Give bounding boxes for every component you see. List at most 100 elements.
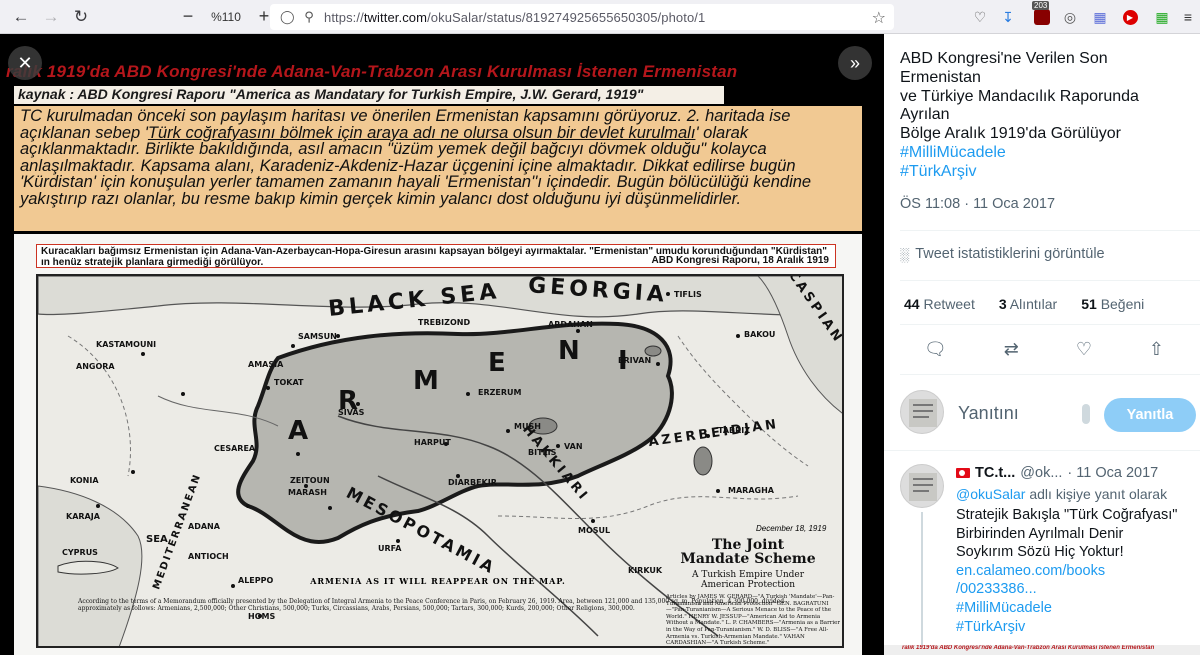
map-label-angora: ANGORA xyxy=(76,362,115,371)
map-label-sea: SEA xyxy=(146,534,168,545)
tweet-stats-label: Tweet istatistiklerini görüntüle xyxy=(915,246,1105,262)
replying-to-suffix: adlı kişiye yanıt olarak xyxy=(1029,486,1168,502)
shield-icon[interactable]: ◯ xyxy=(280,9,295,25)
back-arrow-icon[interactable]: ← xyxy=(6,2,36,32)
map-label-ardahan: ARDAHAN xyxy=(548,320,593,329)
reply-link[interactable]: en.calameo.com/books xyxy=(956,562,1192,581)
menu-icon[interactable]: ≡ xyxy=(1176,0,1200,34)
hashtag-link[interactable]: #TürkArşiv xyxy=(956,618,1192,637)
zoom-level[interactable]: %110 xyxy=(208,10,244,24)
image-source: kaynak : ABD Kongresi Raporu "America as… xyxy=(14,86,724,104)
tweet-line: Bölge Aralık 1919'da Görülüyor xyxy=(900,125,1121,143)
map-label-adana: ADANA xyxy=(188,522,220,531)
legend-box: The Joint Mandate Scheme A Turkish Empir… xyxy=(658,526,842,646)
retweet-icon[interactable]: ⇄ xyxy=(1004,339,1019,360)
video-extension-icon[interactable]: ▶ xyxy=(1118,0,1142,34)
legend-title: The Joint Mandate Scheme xyxy=(680,537,816,567)
ublock-extension-icon[interactable]: 203 xyxy=(1030,0,1054,34)
reply-author-name[interactable]: TC.t... xyxy=(975,465,1015,481)
reply-body: Stratejik Bakışla "Türk Coğrafyası" Birb… xyxy=(956,506,1192,636)
map-label-antioch: ANTIOCH xyxy=(188,552,229,561)
divider xyxy=(900,230,1200,231)
tweet-line: Ermenistan xyxy=(900,68,981,86)
map-label-maragha: MARAGHA xyxy=(728,486,774,495)
user-avatar[interactable] xyxy=(900,390,944,434)
map-label-erzerum: ERZERUM xyxy=(478,388,522,397)
map-label-armenia-e: E xyxy=(488,348,510,378)
tweet-timestamp[interactable]: ÖS 11:08 · 11 Oca 2017 xyxy=(900,196,1055,212)
map-label-diarbekir: DIARBEKIR xyxy=(448,478,497,487)
map-label-kirkuk: KIRKUK xyxy=(628,566,663,575)
image-title: ralık 1919'da ABD Kongresi'nde Adana-Van… xyxy=(6,62,738,81)
like-icon[interactable]: ♡ xyxy=(1076,339,1092,360)
map-panel: Kuracakları bağımsız Ermenistan için Ada… xyxy=(14,234,862,655)
map-label-homs: HOMS xyxy=(248,612,276,621)
retweet-count[interactable]: 44 Retweet xyxy=(904,296,975,312)
turkey-flag-icon xyxy=(956,468,970,478)
desc-underlined: Türk coğrafyasını bölmek için araya adı … xyxy=(147,123,696,142)
divider xyxy=(900,324,1200,325)
quote-count[interactable]: 3 Alıntılar xyxy=(999,296,1057,312)
map-label-tokat: TOKAT xyxy=(274,378,304,387)
photo-viewer: ralık 1919'da ABD Kongresi'nde Adana-Van… xyxy=(0,34,884,655)
reply-icon[interactable]: 🗨 xyxy=(924,339,947,360)
map-label-van: VAN xyxy=(564,442,583,451)
close-icon[interactable]: ✕ xyxy=(8,46,42,80)
url-text[interactable]: https://twitter.com/okuSalar/status/8192… xyxy=(324,10,705,25)
reply-author-avatar[interactable] xyxy=(900,464,944,508)
ublock-badge: 203 xyxy=(1032,1,1050,10)
map-label-samsun: SAMSUN xyxy=(298,332,337,341)
hashtag-link[interactable]: #MilliMücadele xyxy=(956,599,1192,618)
engagement-counts: 44 Retweet 3 Alıntılar 51 Beğeni xyxy=(904,296,1144,312)
globe-icon[interactable]: ◎ xyxy=(1058,0,1082,34)
tweet-stats-link[interactable]: ░ Tweet istatistiklerini görüntüle xyxy=(900,246,1105,262)
hashtag-link[interactable]: #TürkArşiv xyxy=(900,163,1190,182)
bookmark-star-icon[interactable]: ☆ xyxy=(872,8,886,28)
map-footnote: According to the terms of a Memorandum o… xyxy=(78,598,785,612)
forward-arrow-icon[interactable]: → xyxy=(36,2,66,32)
money-extension-icon[interactable]: ▦ xyxy=(1150,0,1174,34)
reply-button[interactable]: Yanıtla xyxy=(1104,398,1196,432)
tweet-text: ABD Kongresi'ne Verilen Son Ermenistan v… xyxy=(900,50,1190,182)
reply-input[interactable]: Yanıtını xyxy=(958,403,1019,424)
reply-body-line: Stratejik Bakışla "Türk Coğrafyası" xyxy=(956,507,1178,523)
map-label-armenia-a: A xyxy=(288,416,313,446)
reply-author-handle[interactable]: @ok... xyxy=(1020,465,1062,481)
map-caption-source: ABD Kongresi Raporu, 18 Aralık 1919 xyxy=(651,255,829,266)
tweet-line: ABD Kongresi'ne Verilen Son xyxy=(900,50,1108,67)
map-label-mush: MUSH xyxy=(514,422,541,431)
share-icon[interactable]: ⇧ xyxy=(1149,339,1164,360)
reply-link-continued[interactable]: /00233386... xyxy=(956,580,1192,599)
thumbnail-text: ralık 1919'da ABD Kongresi'nde Adana-Van… xyxy=(902,645,1155,651)
grid-extension-icon[interactable]: ▦ xyxy=(1088,0,1112,34)
hashtag-link[interactable]: #MilliMücadele xyxy=(900,144,1190,163)
reply-date[interactable]: · 11 Oca 2017 xyxy=(1067,465,1158,481)
expand-panel-icon[interactable]: » xyxy=(838,46,872,80)
tweet-line: ve Türkiye Mandacılık Raporunda xyxy=(900,87,1139,105)
map-label-amasia: AMASIA xyxy=(248,360,284,369)
reply-header: TC.t... @ok... · 11 Oca 2017 xyxy=(956,465,1158,481)
attached-image-thumbnail[interactable]: ralık 1919'da ABD Kongresi'nde Adana-Van… xyxy=(884,645,1200,655)
address-bar[interactable]: ◯ ⚲ https://twitter.com/okuSalar/status/… xyxy=(270,4,894,30)
text-cursor-indicator xyxy=(1082,404,1090,424)
like-count[interactable]: 51 Beğeni xyxy=(1081,296,1144,312)
map-label-tiflis: TIFLIS xyxy=(674,290,702,299)
map-label-harput: HARPUT xyxy=(414,438,451,447)
map-caption: Kuracakları bağımsız Ermenistan için Ada… xyxy=(36,244,836,268)
download-icon[interactable]: ↧ xyxy=(996,0,1020,34)
pocket-icon[interactable]: ♡ xyxy=(968,0,992,34)
map-label-armenia-n: N xyxy=(558,336,584,366)
lock-icon[interactable]: ⚲ xyxy=(302,9,316,25)
bar-chart-icon: ░ xyxy=(900,246,910,262)
map-label-karaja: KARAJA xyxy=(66,512,100,521)
reload-icon[interactable]: ↻ xyxy=(66,2,96,32)
thread-line xyxy=(921,512,923,655)
replying-to-handle[interactable]: @okuSalar xyxy=(956,486,1025,502)
reply-tweet[interactable]: TC.t... @ok... · 11 Oca 2017 @okuSalar a… xyxy=(884,452,1200,655)
tweet-actions: 🗨 ⇄ ♡ ⇧ xyxy=(924,339,1164,360)
zoom-out-button[interactable]: − xyxy=(178,4,198,30)
reply-body-line: Birbirinden Ayrılmalı Denir xyxy=(956,525,1124,542)
map-label-tabriz: TABRIZ xyxy=(718,426,751,435)
map-label-mosul: MOSUL xyxy=(578,526,611,535)
map-label-kastamouni: KASTAMOUNI xyxy=(96,340,157,349)
